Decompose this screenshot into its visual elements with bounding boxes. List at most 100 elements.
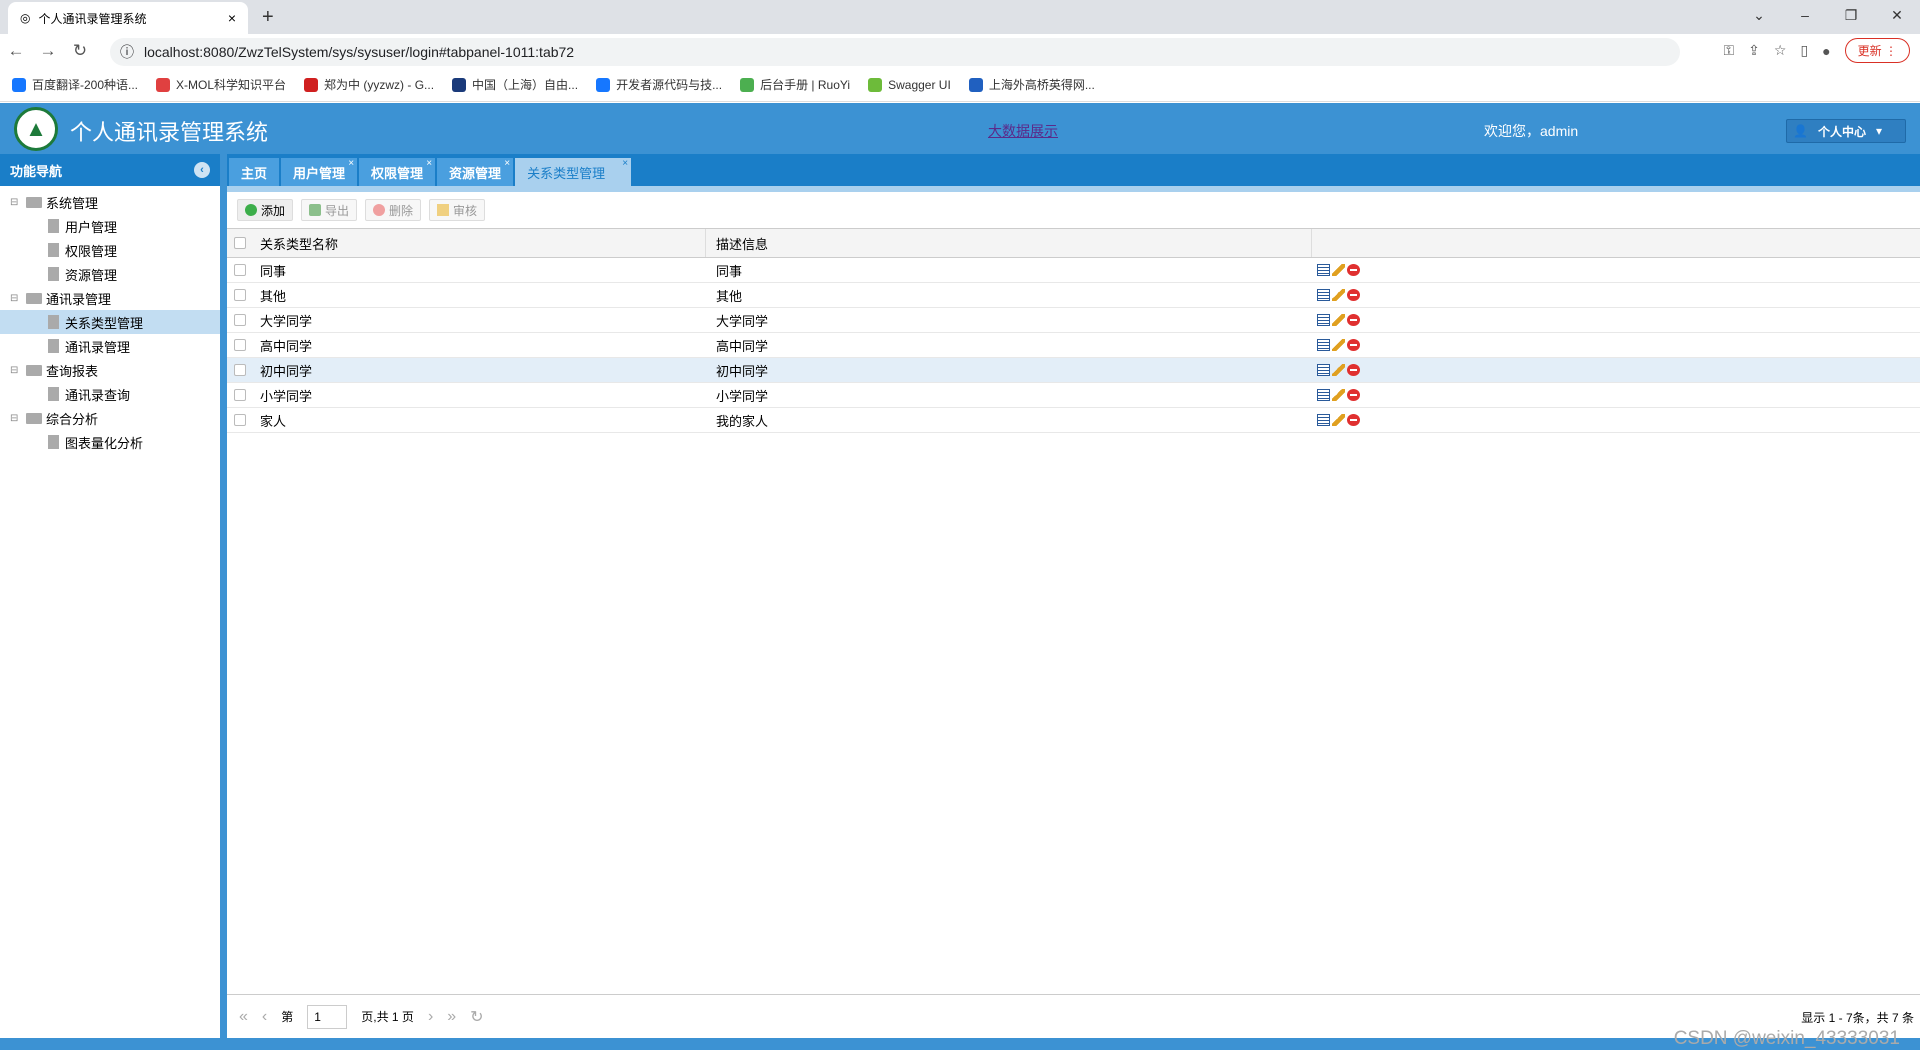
close-icon[interactable]: × (348, 158, 354, 169)
export-button[interactable]: 导出 (301, 199, 358, 221)
sidebar-item[interactable]: 图表量化分析 (0, 430, 220, 454)
add-button[interactable]: 添加 (237, 199, 294, 221)
bookmark[interactable]: 上海外高桥英得网... (968, 76, 1095, 93)
view-icon[interactable] (1317, 314, 1330, 326)
edit-icon[interactable] (1332, 364, 1345, 376)
tab[interactable]: 关系类型管理 × (515, 158, 632, 186)
table-row[interactable]: 家人 我的家人 (227, 408, 1920, 433)
collapse-toggle-icon[interactable]: ⊟ (10, 413, 20, 424)
row-checkbox[interactable] (233, 389, 246, 401)
column-header-description[interactable]: 描述信息 (706, 229, 1312, 257)
table-row[interactable]: 小学同学 小学同学 (227, 383, 1920, 408)
tab[interactable]: 资源管理 × (437, 158, 514, 186)
table-row[interactable]: 其他 其他 (227, 283, 1920, 308)
key-icon[interactable]: ⚿ (1724, 42, 1735, 59)
bookmark[interactable]: 开发者源代码与技... (596, 76, 722, 93)
view-icon[interactable] (1317, 264, 1330, 276)
bookmark[interactable]: 郑为中 (yyzwz) - G... (304, 76, 434, 93)
row-checkbox[interactable] (233, 289, 246, 301)
address-bar[interactable]: ⓘ localhost:8080/ZwzTelSystem/sys/sysuse… (110, 38, 1680, 66)
tab[interactable]: 用户管理 × (281, 158, 358, 186)
browser-tab[interactable]: ◎ 个人通讯录管理系统 × (8, 2, 248, 34)
edit-icon[interactable] (1332, 414, 1345, 426)
splitter[interactable] (220, 154, 227, 1038)
bookmark[interactable]: 中国（上海）自由... (452, 76, 578, 93)
row-checkbox[interactable] (233, 364, 246, 376)
sidebar-item[interactable]: 用户管理 (0, 214, 220, 238)
delete-icon[interactable] (1347, 264, 1360, 276)
back-icon[interactable]: ← (0, 41, 32, 61)
delete-button[interactable]: 删除 (365, 199, 422, 221)
collapse-toggle-icon[interactable]: ⊟ (10, 293, 20, 304)
bookmark[interactable]: 后台手册 | RuoYi (740, 76, 850, 93)
delete-icon[interactable] (1347, 389, 1360, 401)
tree-folder[interactable]: ⊟ 查询报表 (0, 358, 220, 382)
sidepanel-icon[interactable]: ▯ (1800, 42, 1808, 59)
row-checkbox[interactable] (233, 264, 246, 276)
view-icon[interactable] (1317, 339, 1330, 351)
first-page-icon[interactable]: « (239, 1008, 248, 1026)
table-row[interactable]: 大学同学 大学同学 (227, 308, 1920, 333)
next-page-icon[interactable]: › (428, 1008, 433, 1026)
forward-icon[interactable]: → (32, 41, 64, 61)
update-button[interactable]: 更新 ⋮ (1844, 38, 1910, 63)
sidebar-item[interactable]: 资源管理 (0, 262, 220, 286)
edit-icon[interactable] (1332, 314, 1345, 326)
close-tab-icon[interactable]: × (228, 10, 236, 26)
delete-icon[interactable] (1347, 314, 1360, 326)
tab-search-icon[interactable]: ⌄ (1736, 0, 1782, 30)
row-checkbox[interactable] (233, 314, 246, 326)
refresh-icon[interactable]: ↻ (470, 1007, 483, 1027)
page-input[interactable] (307, 1004, 348, 1029)
view-icon[interactable] (1317, 414, 1330, 426)
view-icon[interactable] (1317, 364, 1330, 376)
delete-icon[interactable] (1347, 414, 1360, 426)
bookmark[interactable]: 百度翻译-200种语... (12, 76, 138, 93)
close-icon[interactable]: × (426, 158, 432, 169)
tab[interactable]: 权限管理 × (359, 158, 436, 186)
sidebar-item[interactable]: 权限管理 (0, 238, 220, 262)
edit-icon[interactable] (1332, 289, 1345, 301)
table-row[interactable]: 初中同学 初中同学 (227, 358, 1920, 383)
bookmark[interactable]: X-MOL科学知识平台 (156, 76, 286, 93)
info-icon[interactable]: ⓘ (120, 42, 134, 62)
star-icon[interactable]: ☆ (1774, 42, 1787, 59)
audit-button[interactable]: 审核 (429, 199, 486, 221)
tree-folder[interactable]: ⊟ 综合分析 (0, 406, 220, 430)
close-icon[interactable]: × (504, 158, 510, 169)
select-all-checkbox[interactable] (233, 237, 246, 249)
collapse-toggle-icon[interactable]: ⊟ (10, 365, 20, 376)
view-icon[interactable] (1317, 389, 1330, 401)
bigdata-link[interactable]: 大数据展示 (988, 121, 1058, 141)
edit-icon[interactable] (1332, 389, 1345, 401)
collapse-toggle-icon[interactable]: ⊟ (10, 197, 20, 208)
tab[interactable]: 主页 (229, 158, 280, 186)
new-tab-icon[interactable]: + (262, 6, 274, 29)
sidebar-item[interactable]: 通讯录查询 (0, 382, 220, 406)
view-icon[interactable] (1317, 289, 1330, 301)
personal-center-button[interactable]: 👤 个人中心 ▾ (1786, 119, 1906, 143)
row-checkbox[interactable] (233, 414, 246, 426)
restore-icon[interactable]: ❐ (1828, 0, 1874, 30)
minimize-icon[interactable]: – (1782, 0, 1828, 30)
delete-icon[interactable] (1347, 289, 1360, 301)
edit-icon[interactable] (1332, 339, 1345, 351)
close-icon[interactable]: × (622, 158, 628, 169)
table-row[interactable]: 高中同学 高中同学 (227, 333, 1920, 358)
delete-icon[interactable] (1347, 364, 1360, 376)
table-row[interactable]: 同事 同事 (227, 258, 1920, 283)
sidebar-item[interactable]: 通讯录管理 (0, 334, 220, 358)
share-icon[interactable]: ⇪ (1748, 42, 1760, 59)
tree-folder[interactable]: ⊟ 系统管理 (0, 190, 220, 214)
last-page-icon[interactable]: » (447, 1008, 456, 1026)
delete-icon[interactable] (1347, 339, 1360, 351)
close-window-icon[interactable]: ✕ (1874, 0, 1920, 30)
prev-page-icon[interactable]: ‹ (262, 1008, 267, 1026)
profile-icon[interactable]: ● (1822, 43, 1830, 59)
row-checkbox[interactable] (233, 339, 246, 351)
column-header-name[interactable]: 关系类型名称 (252, 229, 706, 257)
collapse-icon[interactable]: ‹ (194, 162, 210, 178)
bookmark[interactable]: Swagger UI (868, 77, 951, 92)
reload-icon[interactable]: ↻ (64, 41, 96, 61)
tree-folder[interactable]: ⊟ 通讯录管理 (0, 286, 220, 310)
